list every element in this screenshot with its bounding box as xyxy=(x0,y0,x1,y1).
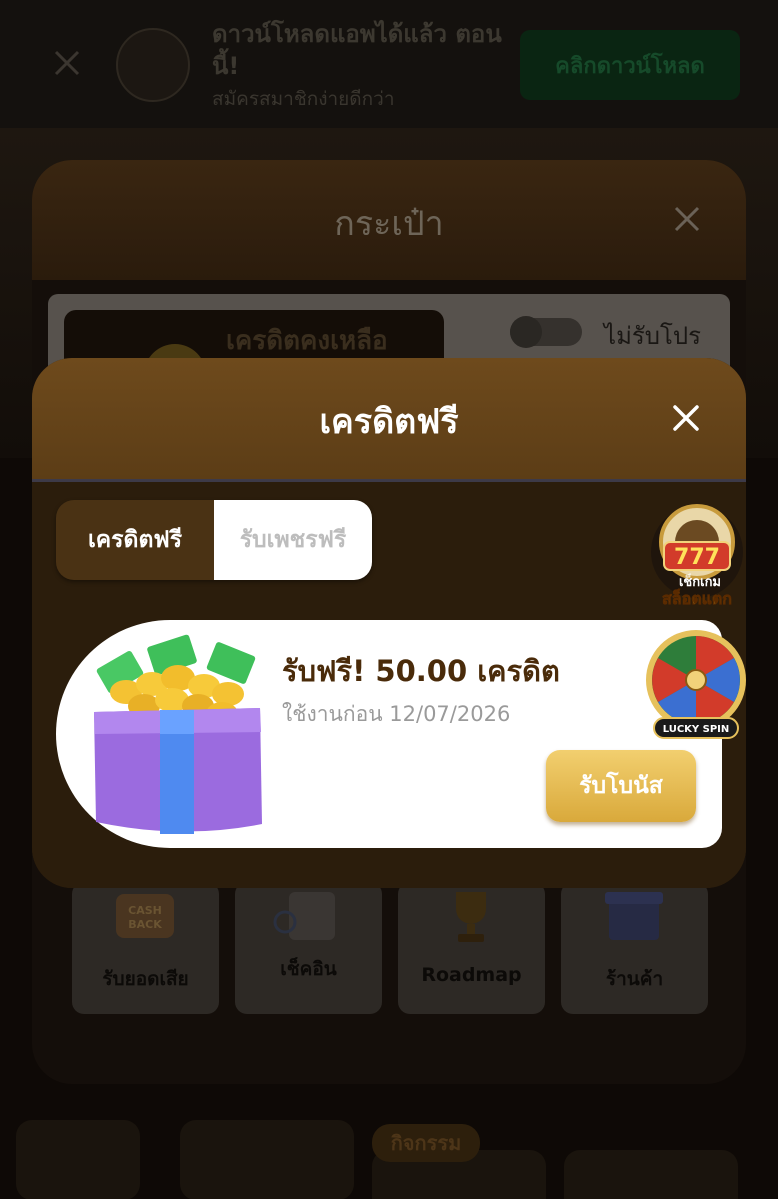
modal-header: เครดิตฟรี xyxy=(32,358,746,482)
claim-bonus-button[interactable]: รับโบนัส xyxy=(546,750,696,822)
gift-box-icon xyxy=(94,634,262,834)
credit-balance-label: เครดิตคงเหลือ xyxy=(226,326,388,356)
app-logo xyxy=(116,28,190,102)
trophy-icon xyxy=(456,892,486,942)
svg-text:CASH: CASH xyxy=(128,904,162,917)
banner-title: ดาวน์โหลดแอพได้แล้ว ตอนนี้! xyxy=(212,20,502,80)
svg-text:BACK: BACK xyxy=(128,918,162,931)
banner-subtitle: สมัครสมาชิกง่ายดีกว่า xyxy=(212,88,395,110)
lucky-spin-label: LUCKY SPIN xyxy=(663,724,730,735)
wallet-header: กระเป๋า xyxy=(32,160,746,280)
reward-expiry: ใช้งานก่อน 12/07/2026 xyxy=(282,702,511,726)
banner-close-icon[interactable] xyxy=(50,46,84,80)
bottom-thumb-4[interactable] xyxy=(564,1150,738,1199)
cashback-icon: CASH BACK xyxy=(116,894,174,938)
bottom-thumb-2[interactable] xyxy=(180,1120,354,1199)
slot-777-text: 777 xyxy=(674,545,720,570)
modal-title: เครดิตฟรี xyxy=(319,402,459,442)
menu-cashback[interactable]: CASH BACK รับยอดเสีย xyxy=(72,882,219,1014)
toggle-knob xyxy=(510,316,542,348)
no-promo-label: ไม่รับโปร xyxy=(604,322,702,350)
tab-free-credit[interactable]: เครดิตฟรี xyxy=(56,500,214,580)
slot-game-badge[interactable]: 777 เช็กเกม สล็อตแตก xyxy=(642,500,752,612)
wallet-title: กระเป๋า xyxy=(334,204,444,244)
reward-card: รับฟรี! 50.00 เครดิต ใช้งานก่อน 12/07/20… xyxy=(56,620,722,848)
wallet-close-icon[interactable] xyxy=(672,204,702,234)
free-credit-modal: เครดิตฟรี เครดิตฟรี รับเพชรฟรี รับฟรี! 5… xyxy=(32,358,746,888)
lucky-spin-badge[interactable]: LUCKY SPIN xyxy=(640,628,752,746)
menu-checkin[interactable]: เช็คอิน xyxy=(235,882,382,1014)
tab-free-diamonds[interactable]: รับเพชรฟรี xyxy=(214,500,372,580)
app-screen: ดาวน์โหลดแอพได้แล้ว ตอนนี้! สมัครสมาชิกง… xyxy=(0,0,778,1199)
bottom-thumb-1[interactable] xyxy=(16,1120,140,1199)
menu-cashback-label: รับยอดเสีย xyxy=(102,968,189,990)
menu-shop[interactable]: ร้านค้า xyxy=(561,882,708,1014)
reward-tabs: เครดิตฟรี รับเพชรฟรี xyxy=(56,500,372,580)
download-banner: ดาวน์โหลดแอพได้แล้ว ตอนนี้! สมัครสมาชิกง… xyxy=(0,0,778,128)
menu-shop-label: ร้านค้า xyxy=(605,968,664,990)
activity-tag: กิจกรรม xyxy=(372,1124,480,1162)
menu-roadmap[interactable]: Roadmap xyxy=(398,882,545,1014)
menu-checkin-label: เช็คอิน xyxy=(280,958,337,980)
download-button[interactable]: คลิกดาวน์โหลด xyxy=(520,30,740,100)
close-icon[interactable] xyxy=(670,402,702,434)
menu-roadmap-label: Roadmap xyxy=(421,964,522,986)
no-promo-toggle[interactable] xyxy=(510,316,582,348)
calendar-icon xyxy=(273,892,335,940)
slot-line2-text: เช็กเกม xyxy=(679,572,721,590)
reward-title: รับฟรี! 50.00 เครดิต xyxy=(282,654,560,688)
shop-icon xyxy=(605,892,663,940)
slot-line3-text: สล็อตแตก xyxy=(662,587,732,608)
